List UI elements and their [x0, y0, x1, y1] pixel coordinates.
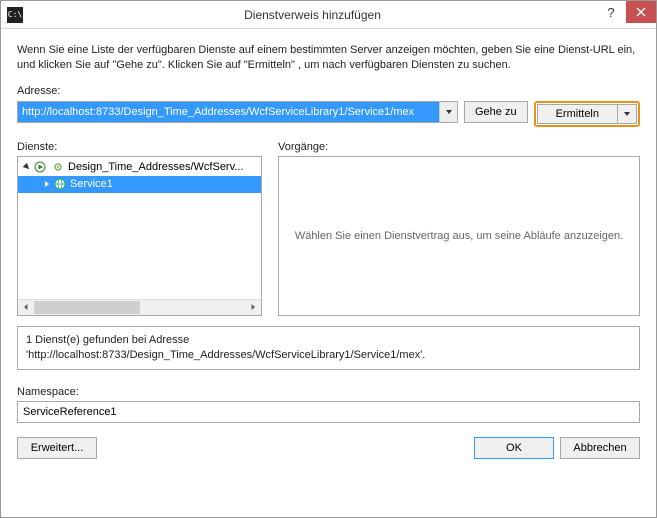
- scroll-track[interactable]: [34, 300, 245, 315]
- services-tree[interactable]: Design_Time_Addresses/WcfServ... Service…: [17, 156, 262, 316]
- status-line-2: 'http://localhost:8733/Design_Time_Addre…: [26, 349, 425, 361]
- operations-list[interactable]: Wählen Sie einen Dienstvertrag aus, um s…: [278, 156, 640, 316]
- scroll-right-button[interactable]: [245, 300, 261, 315]
- discover-dropdown-button[interactable]: [617, 104, 637, 124]
- globe-icon: [53, 177, 67, 191]
- services-label: Dienste:: [17, 141, 262, 153]
- columns: Dienste: Des: [17, 141, 640, 316]
- dialog-footer: Erweitert... OK Abbrechen: [17, 437, 640, 459]
- namespace-label: Namespace:: [17, 386, 640, 398]
- namespace-area: Namespace:: [17, 386, 640, 423]
- namespace-input[interactable]: [17, 401, 640, 423]
- close-button[interactable]: [626, 1, 656, 23]
- tree-root-item[interactable]: Design_Time_Addresses/WcfServ...: [18, 159, 261, 176]
- address-dropdown-button[interactable]: [439, 102, 457, 122]
- service-play-icon: [33, 160, 47, 174]
- tree-root-label: Design_Time_Addresses/WcfServ...: [68, 161, 243, 173]
- collapse-icon[interactable]: [22, 163, 32, 171]
- cancel-button[interactable]: Abbrechen: [560, 437, 640, 459]
- status-line-1: 1 Dienst(e) gefunden bei Adresse: [26, 334, 189, 346]
- advanced-button[interactable]: Erweitert...: [17, 437, 97, 459]
- tree-child-item[interactable]: Service1: [18, 176, 261, 193]
- ok-button[interactable]: OK: [474, 437, 554, 459]
- address-input[interactable]: http://localhost:8733/Design_Time_Addres…: [18, 102, 439, 122]
- go-button[interactable]: Gehe zu: [464, 101, 528, 123]
- address-combo[interactable]: http://localhost:8733/Design_Time_Addres…: [17, 101, 458, 123]
- discover-button[interactable]: Ermitteln: [537, 104, 617, 124]
- discover-button-group: Ermitteln: [534, 101, 640, 127]
- address-label: Adresse:: [17, 85, 640, 97]
- expand-icon[interactable]: [42, 180, 52, 188]
- status-box: 1 Dienst(e) gefunden bei Adresse 'http:/…: [17, 326, 640, 371]
- scroll-thumb[interactable]: [34, 301, 140, 314]
- services-column: Dienste: Des: [17, 141, 262, 316]
- dialog-window: C:\ Dienstverweis hinzufügen ? Wenn Sie …: [0, 0, 657, 518]
- address-row: http://localhost:8733/Design_Time_Addres…: [17, 101, 640, 127]
- horizontal-scrollbar[interactable]: [18, 299, 261, 315]
- intro-text: Wenn Sie eine Liste der verfügbaren Dien…: [17, 43, 640, 73]
- titlebar: C:\ Dienstverweis hinzufügen ?: [1, 1, 656, 29]
- operations-label: Vorgänge:: [278, 141, 640, 153]
- gear-icon: [51, 160, 65, 174]
- dialog-content: Wenn Sie eine Liste der verfügbaren Dien…: [1, 29, 656, 517]
- operations-placeholder: Wählen Sie einen Dienstvertrag aus, um s…: [279, 157, 639, 315]
- system-icon: C:\: [7, 7, 23, 23]
- operations-column: Vorgänge: Wählen Sie einen Dienstvertrag…: [278, 141, 640, 316]
- window-controls: ?: [596, 1, 656, 28]
- window-title: Dienstverweis hinzufügen: [29, 8, 596, 22]
- tree-child-label: Service1: [70, 178, 113, 190]
- help-button[interactable]: ?: [596, 1, 626, 23]
- scroll-left-button[interactable]: [18, 300, 34, 315]
